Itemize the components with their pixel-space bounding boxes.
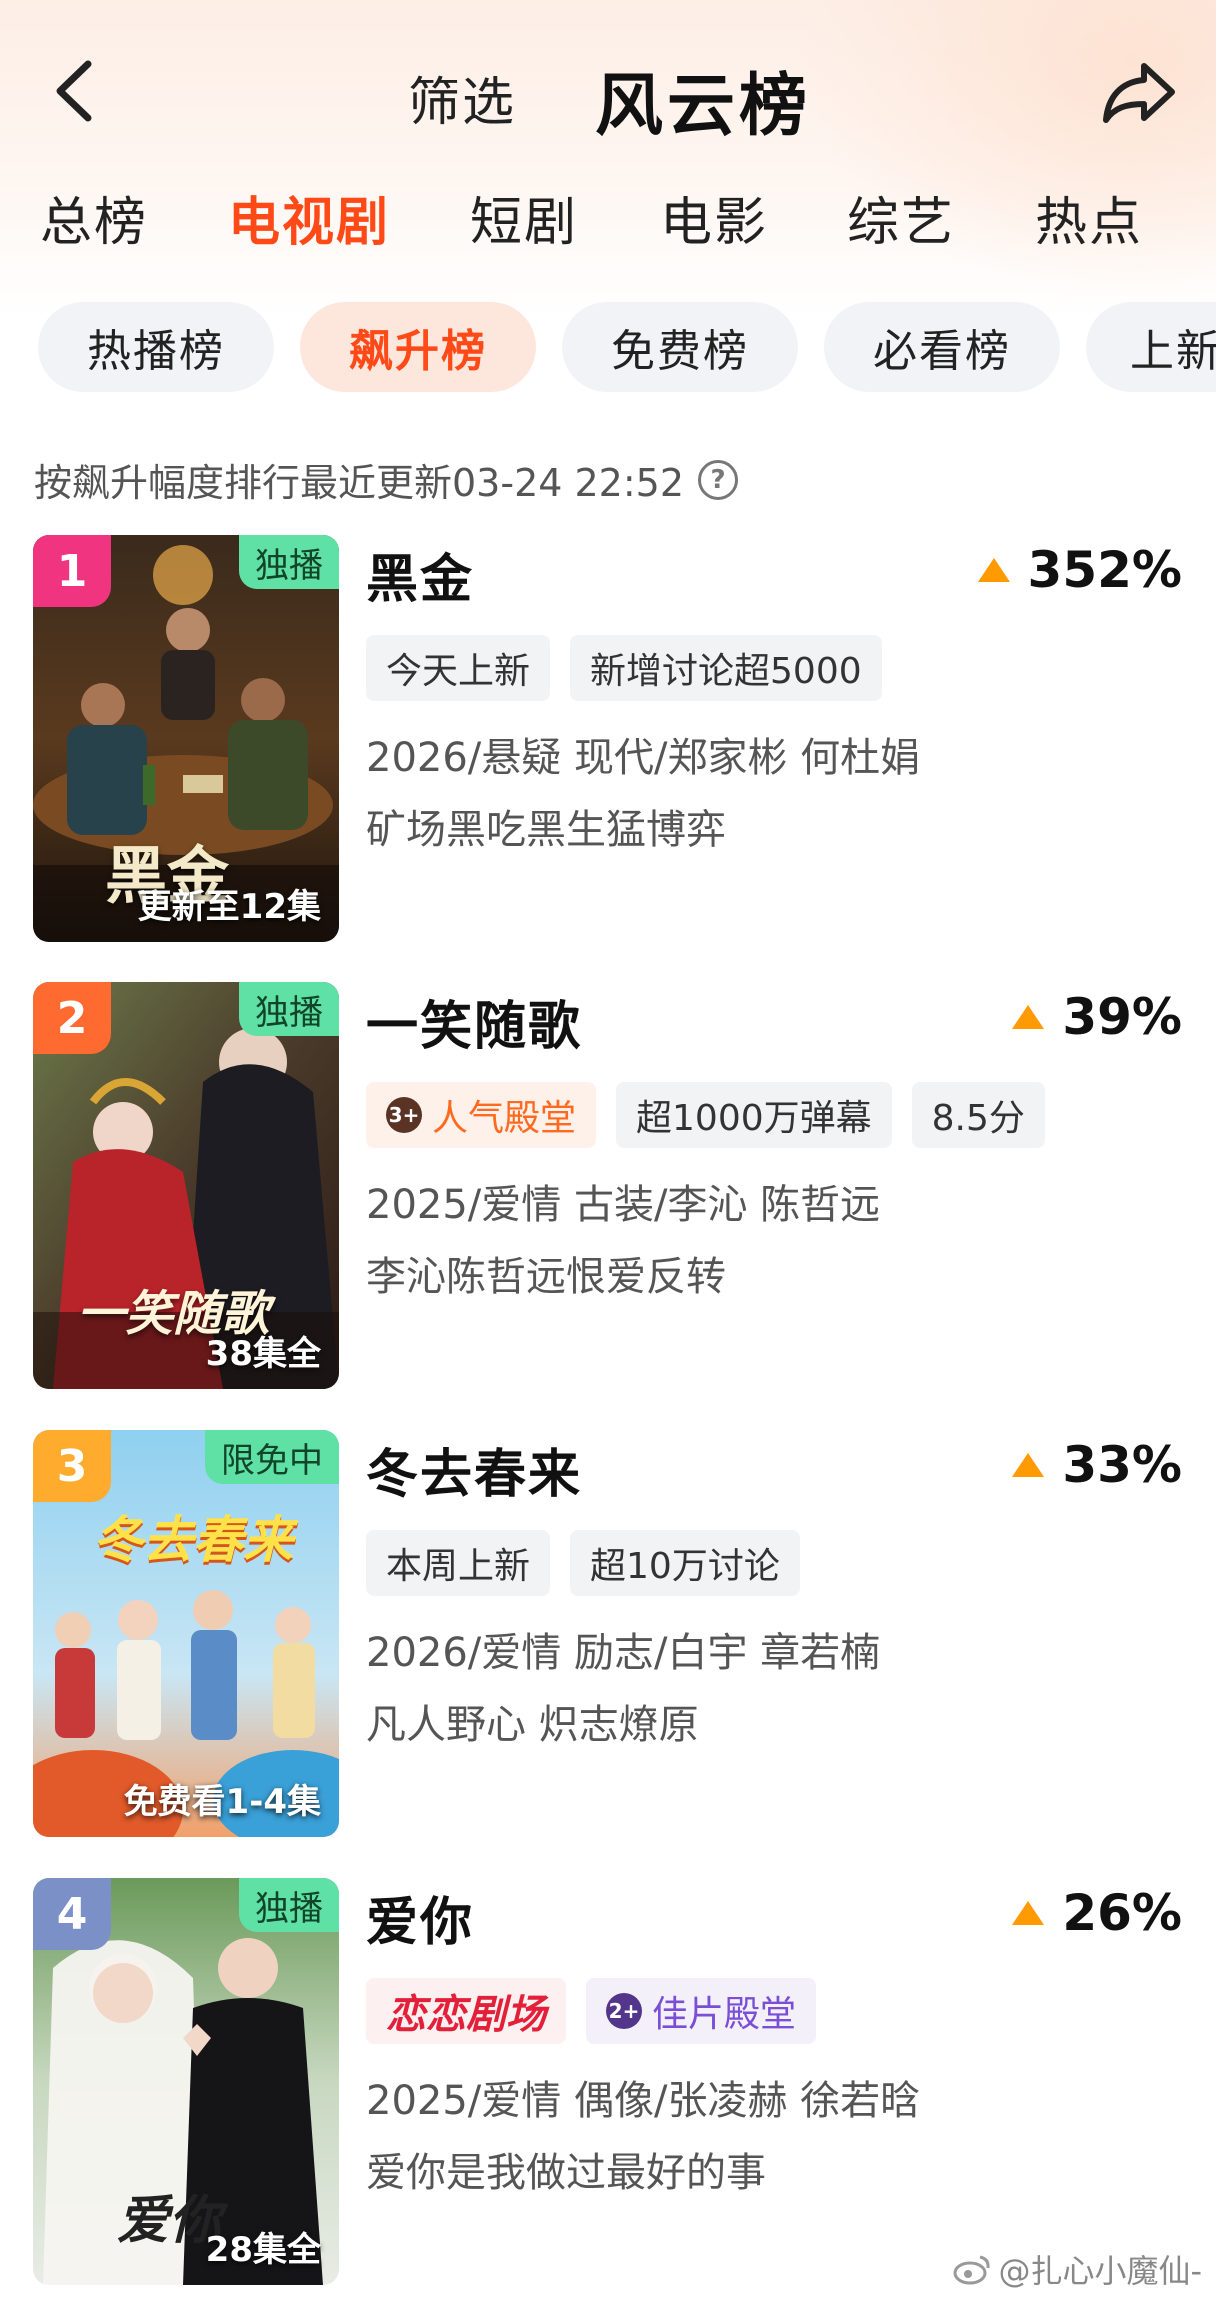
theater-logo-badge: 恋恋剧场 [366, 1978, 566, 2044]
back-button[interactable] [46, 56, 106, 126]
chip-hot-play[interactable]: 热播榜 [38, 302, 274, 392]
list-item[interactable]: 一笑随歌 2 独播 38集全 一笑随歌 39% 3+ 人气殿堂 超1000万弹幕… [0, 982, 1216, 1392]
filter-button[interactable]: 筛选 [408, 60, 516, 135]
trend-value: 352% [976, 541, 1182, 599]
trend-value: 26% [1010, 1884, 1182, 1942]
help-icon[interactable]: ? [698, 459, 739, 500]
rank-badge: 3 [33, 1430, 111, 1502]
show-title: 爱你 [366, 1893, 475, 1953]
up-arrow-icon [977, 558, 1010, 582]
show-slogan: 爱你是我做过最好的事 [366, 2150, 766, 2196]
tab-variety[interactable]: 综艺 [847, 180, 955, 255]
badge: 本周上新 [366, 1530, 551, 1596]
tab-all[interactable]: 总榜 [40, 180, 148, 255]
chip-must-watch[interactable]: 必看榜 [824, 302, 1060, 392]
show-meta: 2026/悬疑 现代/郑家彬 何杜娟 [366, 735, 921, 781]
trend-percent: 352% [1027, 541, 1182, 599]
show-meta: 2025/爱情 古装/李沁 陈哲远 [366, 1182, 881, 1228]
trend-value: 33% [1010, 1436, 1182, 1494]
badge: 今天上新 [366, 635, 551, 701]
free-tag: 限免中 [205, 1430, 339, 1484]
ranking-chips: 热播榜 飙升榜 免费榜 必看榜 上新 [0, 302, 1216, 394]
hall-icon: 3+ [386, 1097, 422, 1133]
share-icon [1103, 63, 1175, 123]
trend-percent: 39% [1062, 988, 1182, 1046]
watermark-text: @扎心小魔仙- [998, 2252, 1202, 2290]
show-slogan: 李沁陈哲远恨爱反转 [366, 1254, 726, 1300]
tab-tv-series[interactable]: 电视剧 [228, 180, 390, 255]
chevron-left-icon [56, 60, 92, 122]
badges: 3+ 人气殿堂 超1000万弹幕 8.5分 [366, 1082, 1065, 1148]
exclusive-tag: 独播 [239, 535, 339, 589]
weibo-icon [953, 2255, 991, 2285]
poster: 黑金 1 独播 更新至12集 [33, 535, 339, 942]
quality-hall-badge: 2+ 佳片殿堂 [586, 1978, 817, 2044]
episode-status: 更新至12集 [137, 887, 321, 927]
trend-percent: 33% [1062, 1436, 1182, 1494]
category-tabs: 总榜 电视剧 短剧 电影 综艺 热点 [0, 180, 1216, 260]
update-text: 按飙升幅度排行最近更新03-24 22:52 [34, 461, 685, 505]
poster: 冬去春来 3 限免中 免费看1-4集 [33, 1430, 339, 1837]
poster-title: 冬去春来 [93, 1510, 293, 1569]
show-slogan: 矿场黑吃黑生猛博弈 [366, 807, 726, 853]
tab-short-drama[interactable]: 短剧 [470, 180, 578, 255]
trend-value: 39% [1010, 988, 1182, 1046]
hall-icon: 2+ [606, 1993, 642, 2029]
list-item[interactable]: 黑金 1 独播 更新至12集 黑金 352% 今天上新 新增讨论超5000 20… [0, 535, 1216, 945]
episode-status: 免费看1-4集 [123, 1782, 321, 1822]
badge: 超1000万弹幕 [616, 1082, 892, 1148]
exclusive-tag: 独播 [239, 982, 339, 1036]
share-button[interactable] [1100, 58, 1178, 128]
badges: 本周上新 超10万讨论 [366, 1530, 820, 1596]
chip-new[interactable]: 上新 [1086, 302, 1216, 392]
rating-badge: 8.5分 [911, 1082, 1045, 1148]
badge-label: 佳片殿堂 [652, 1994, 797, 2035]
list-item[interactable]: 爱你 4 独播 28集全 爱你 26% 恋恋剧场 2+ 佳片殿堂 2025/爱情… [0, 1878, 1216, 2288]
show-meta: 2025/爱情 偶像/张凌赫 徐若晗 [366, 2078, 921, 2124]
watermark: @扎心小魔仙- [952, 2246, 1202, 2292]
episode-status: 28集全 [205, 2230, 321, 2270]
show-title: 冬去春来 [366, 1445, 583, 1505]
poster: 爱你 4 独播 28集全 [33, 1878, 339, 2285]
rank-badge: 4 [33, 1878, 111, 1950]
badges: 今天上新 新增讨论超5000 [366, 635, 902, 701]
badge-label: 人气殿堂 [432, 1098, 577, 1139]
exclusive-tag: 独播 [239, 1878, 339, 1932]
chip-rising[interactable]: 飙升榜 [300, 302, 536, 392]
up-arrow-icon [1012, 1005, 1045, 1029]
episode-status: 38集全 [205, 1334, 321, 1374]
rank-badge: 1 [33, 535, 111, 607]
list-item[interactable]: 冬去春来 3 限免中 免费看1-4集 冬去春来 33% 本周上新 超10万讨论 … [0, 1430, 1216, 1840]
badges: 恋恋剧场 2+ 佳片殿堂 [366, 1978, 836, 2044]
badge: 超10万讨论 [570, 1530, 800, 1596]
update-info: 按飙升幅度排行最近更新03-24 22:52 ? [34, 452, 739, 507]
poster: 一笑随歌 2 独播 38集全 [33, 982, 339, 1389]
show-slogan: 凡人野心 炽志燎原 [366, 1702, 699, 1748]
page-title: 风云榜 [595, 67, 812, 146]
rank-badge: 2 [33, 982, 111, 1054]
tab-movie[interactable]: 电影 [660, 180, 768, 255]
show-title: 一笑随歌 [366, 997, 583, 1057]
header: 筛选 风云榜 [0, 40, 1216, 146]
chip-free[interactable]: 免费榜 [562, 302, 798, 392]
trend-percent: 26% [1062, 1884, 1182, 1942]
show-title: 黑金 [366, 550, 475, 610]
tab-trending[interactable]: 热点 [1035, 180, 1143, 255]
up-arrow-icon [1012, 1453, 1045, 1477]
up-arrow-icon [1012, 1901, 1045, 1925]
popularity-hall-badge: 3+ 人气殿堂 [366, 1082, 597, 1148]
badge: 新增讨论超5000 [570, 635, 882, 701]
show-meta: 2026/爱情 励志/白宇 章若楠 [366, 1630, 881, 1676]
